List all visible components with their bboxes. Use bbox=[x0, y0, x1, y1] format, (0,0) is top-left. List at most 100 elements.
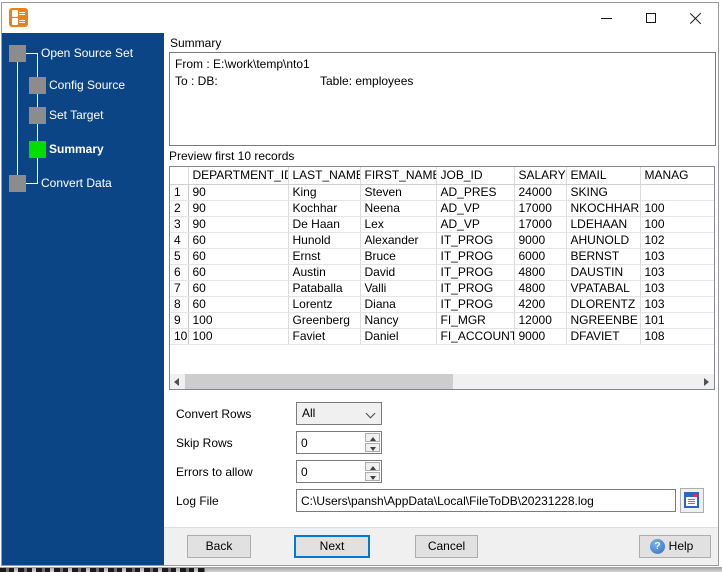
row-number-cell: 7 bbox=[170, 280, 189, 297]
cancel-button[interactable]: Cancel bbox=[415, 535, 478, 558]
table-cell: 12000 bbox=[514, 312, 567, 329]
close-button[interactable] bbox=[679, 3, 713, 33]
table-cell: Hunold bbox=[288, 232, 361, 249]
skip-rows-label: Skip Rows bbox=[176, 436, 233, 450]
preview-grid: DEPARTMENT_ID LAST_NAME FIRST_NAME JOB_ID SA… bbox=[169, 166, 715, 390]
step-marker-summary-active bbox=[29, 141, 46, 158]
table-cell: Bruce bbox=[360, 248, 437, 265]
app-window: Open Source Set Config Source Set Target… bbox=[1, 2, 719, 566]
help-icon: ? bbox=[650, 539, 665, 554]
sidebar-item-set-target[interactable]: Set Target bbox=[49, 107, 103, 124]
help-button-label: Help bbox=[668, 539, 694, 553]
document-icon bbox=[684, 492, 699, 508]
table-cell: Neena bbox=[360, 200, 437, 217]
table-cell: 101 bbox=[640, 312, 714, 329]
preview-table: DEPARTMENT_ID LAST_NAME FIRST_NAME JOB_ID SA… bbox=[170, 167, 714, 345]
table-cell: Lorentz bbox=[288, 296, 361, 313]
table-cell: 100 bbox=[188, 328, 289, 345]
column-header[interactable]: LAST_NAME bbox=[288, 167, 361, 185]
table-cell: FI_ACCOUNT bbox=[436, 328, 515, 345]
table-cell: 60 bbox=[188, 232, 289, 249]
table-cell: 60 bbox=[188, 248, 289, 265]
table-row[interactable]: 4 60 Hunold Alexander IT_PROG 9000 AHUNOLD 102 bbox=[170, 232, 714, 249]
table-cell: DLORENTZ bbox=[566, 296, 641, 313]
table-cell: DFAVIET bbox=[566, 328, 641, 345]
column-header[interactable]: JOB_ID bbox=[436, 167, 515, 185]
sidebar-item-config-source[interactable]: Config Source bbox=[49, 77, 125, 94]
errors-input[interactable] bbox=[297, 461, 365, 482]
table-row[interactable]: 10 100 Faviet Daniel FI_ACCOUNT 9000 DFAVIET 10… bbox=[170, 328, 714, 345]
table-row[interactable]: 1 90 King Steven AD_PRES 24000 SKING bbox=[170, 184, 714, 201]
titlebar bbox=[2, 3, 718, 33]
table-cell: 4800 bbox=[514, 280, 567, 297]
table-row[interactable]: 7 60 Pataballa Valli IT_PROG 4800 VPATABAL 103 bbox=[170, 280, 714, 297]
table-cell: King bbox=[288, 184, 361, 201]
column-header[interactable]: SALARY bbox=[514, 167, 567, 185]
table-cell: 103 bbox=[640, 280, 714, 297]
table-row[interactable]: 2 90 Kochhar Neena AD_VP 17000 NKOCHHAR 100 bbox=[170, 200, 714, 217]
table-cell: 103 bbox=[640, 248, 714, 265]
column-header[interactable]: MANAG bbox=[640, 167, 714, 185]
table-cell: Lex bbox=[360, 216, 437, 233]
sidebar-item-summary[interactable]: Summary bbox=[49, 141, 104, 158]
errors-up-button[interactable] bbox=[365, 462, 380, 471]
table-cell: 9000 bbox=[514, 328, 567, 345]
horizontal-scrollbar[interactable] bbox=[170, 374, 714, 389]
skip-rows-up-button[interactable] bbox=[365, 433, 380, 442]
sidebar-item-open-source-set[interactable]: Open Source Set bbox=[41, 45, 133, 62]
row-number-cell: 9 bbox=[170, 312, 189, 329]
view-log-button[interactable] bbox=[680, 488, 704, 513]
column-header[interactable]: FIRST_NAME bbox=[360, 167, 437, 185]
maximize-button[interactable] bbox=[634, 3, 668, 33]
table-cell: NGREENBE bbox=[566, 312, 641, 329]
summary-to-label: To : DB: bbox=[175, 74, 218, 88]
table-cell: 60 bbox=[188, 280, 289, 297]
skip-rows-input[interactable] bbox=[297, 432, 365, 453]
table-row[interactable]: 6 60 Austin David IT_PROG 4800 DAUSTIN 103 bbox=[170, 264, 714, 281]
table-cell: FI_MGR bbox=[436, 312, 515, 329]
next-button[interactable]: Next bbox=[294, 535, 370, 558]
log-file-input[interactable] bbox=[296, 489, 676, 512]
back-button[interactable]: Back bbox=[187, 535, 251, 558]
table-row[interactable]: 5 60 Ernst Bruce IT_PROG 6000 BERNST 103 bbox=[170, 248, 714, 265]
help-button[interactable]: ? Help bbox=[639, 535, 711, 558]
table-cell: AD_VP bbox=[436, 200, 515, 217]
table-cell: 108 bbox=[640, 328, 714, 345]
column-header[interactable]: EMAIL bbox=[566, 167, 641, 185]
table-cell: 4200 bbox=[514, 296, 567, 313]
table-cell: David bbox=[360, 264, 437, 281]
table-cell: 100 bbox=[188, 312, 289, 329]
preview-label: Preview first 10 records bbox=[169, 149, 295, 163]
table-cell: Steven bbox=[360, 184, 437, 201]
main-panel: Summary From : E:\work\temp\nto1 To : DB… bbox=[164, 33, 718, 565]
skip-rows-down-button[interactable] bbox=[365, 443, 380, 452]
column-header[interactable]: DEPARTMENT_ID bbox=[188, 167, 289, 185]
table-row[interactable]: 9 100 Greenberg Nancy FI_MGR 12000 NGREENBE 101 bbox=[170, 312, 714, 329]
table-cell: IT_PROG bbox=[436, 280, 515, 297]
step-marker-convert-data bbox=[9, 175, 26, 192]
convert-rows-select[interactable]: All bbox=[296, 402, 382, 425]
tree-connector bbox=[17, 61, 18, 176]
table-cell: VPATABAL bbox=[566, 280, 641, 297]
row-number-cell: 2 bbox=[170, 200, 189, 217]
log-file-label: Log File bbox=[176, 494, 219, 508]
table-cell: 100 bbox=[640, 200, 714, 217]
table-cell: Kochhar bbox=[288, 200, 361, 217]
table-cell: AD_VP bbox=[436, 216, 515, 233]
column-header[interactable] bbox=[170, 167, 189, 185]
table-cell: AD_PRES bbox=[436, 184, 515, 201]
scroll-left-arrow[interactable] bbox=[170, 374, 185, 389]
table-row[interactable]: 3 90 De Haan Lex AD_VP 17000 LDEHAAN 100 bbox=[170, 216, 714, 233]
row-number-cell: 10 bbox=[170, 328, 189, 345]
errors-down-button[interactable] bbox=[365, 472, 380, 481]
table-cell: 90 bbox=[188, 200, 289, 217]
minimize-button[interactable] bbox=[589, 3, 623, 33]
scroll-right-arrow[interactable] bbox=[699, 374, 714, 389]
sidebar-item-convert-data[interactable]: Convert Data bbox=[41, 175, 112, 192]
table-cell: De Haan bbox=[288, 216, 361, 233]
table-cell: 100 bbox=[640, 216, 714, 233]
table-row[interactable]: 8 60 Lorentz Diana IT_PROG 4200 DLORENTZ 103 bbox=[170, 296, 714, 313]
row-number-cell: 6 bbox=[170, 264, 189, 281]
scrollbar-thumb[interactable] bbox=[185, 374, 453, 389]
table-cell: 103 bbox=[640, 264, 714, 281]
